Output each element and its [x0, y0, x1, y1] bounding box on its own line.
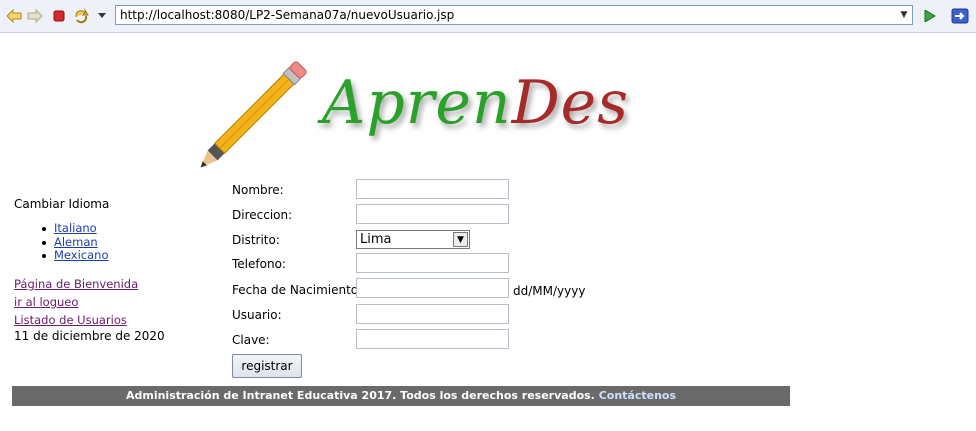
- distrito-label: Distrito:: [232, 233, 280, 247]
- language-item: Aleman: [40, 235, 109, 250]
- nombre-input[interactable]: [356, 179, 509, 199]
- usuario-label: Usuario:: [232, 308, 282, 322]
- footer: Administración de Intranet Educativa 201…: [12, 386, 790, 406]
- browser-toolbar: http://localhost:8080/LP2-Semana07a/nuev…: [0, 0, 976, 33]
- contact-link[interactable]: Contáctenos: [599, 389, 676, 402]
- nombre-label: Nombre:: [232, 183, 284, 197]
- direccion-label: Direccion:: [232, 208, 293, 222]
- language-link-aleman[interactable]: Aleman: [54, 235, 98, 249]
- telefono-label: Telefono:: [232, 257, 286, 271]
- language-item: Mexicano: [40, 249, 109, 263]
- clave-input[interactable]: [356, 329, 509, 349]
- welcome-page-link[interactable]: Página de Bienvenida: [14, 277, 138, 291]
- language-title: Cambiar Idioma: [14, 197, 110, 211]
- language-item: Italiano: [40, 222, 109, 236]
- language-list: Italiano Aleman Mexicano: [40, 222, 109, 263]
- address-dropdown-icon[interactable]: ▼: [896, 6, 912, 24]
- address-bar[interactable]: http://localhost:8080/LP2-Semana07a/nuev…: [115, 5, 913, 25]
- go-icon[interactable]: [921, 7, 939, 25]
- stop-icon[interactable]: [50, 7, 68, 25]
- distrito-select[interactable]: Lima ▼: [356, 230, 470, 249]
- current-date: 11 de diciembre de 2020: [14, 329, 165, 343]
- forward-arrow-icon[interactable]: [26, 7, 44, 25]
- login-link[interactable]: ir al logueo: [14, 295, 78, 309]
- logo-text-green: Apren: [322, 68, 512, 138]
- clave-label: Clave:: [232, 333, 270, 347]
- distrito-selected-value: Lima: [360, 232, 392, 247]
- open-external-icon[interactable]: [951, 7, 969, 25]
- back-arrow-icon[interactable]: [5, 7, 23, 25]
- chevron-down-icon[interactable]: ▼: [453, 232, 468, 247]
- address-url: http://localhost:8080/LP2-Semana07a/nuev…: [120, 8, 455, 22]
- chevron-down-icon[interactable]: [93, 7, 111, 25]
- logo-text-red: Des: [511, 68, 629, 138]
- language-link-italiano[interactable]: Italiano: [54, 221, 97, 235]
- telefono-input[interactable]: [356, 253, 509, 273]
- date-format-hint: dd/MM/yyyy: [513, 284, 586, 298]
- direccion-input[interactable]: [356, 204, 509, 224]
- footer-text: Administración de Intranet Educativa 201…: [125, 389, 595, 402]
- users-list-link[interactable]: Listado de Usuarios: [14, 313, 127, 327]
- registrar-button[interactable]: registrar: [232, 354, 302, 378]
- pencil-icon: [200, 61, 307, 168]
- language-link-mexicano[interactable]: Mexicano: [54, 248, 109, 262]
- logo-wordmark: AprenDes: [322, 68, 629, 138]
- refresh-icon[interactable]: [72, 7, 90, 25]
- usuario-input[interactable]: [356, 304, 509, 324]
- fecha-nacimiento-input[interactable]: [356, 278, 509, 298]
- fecha-nacimiento-label: Fecha de Nacimiento:: [232, 283, 363, 297]
